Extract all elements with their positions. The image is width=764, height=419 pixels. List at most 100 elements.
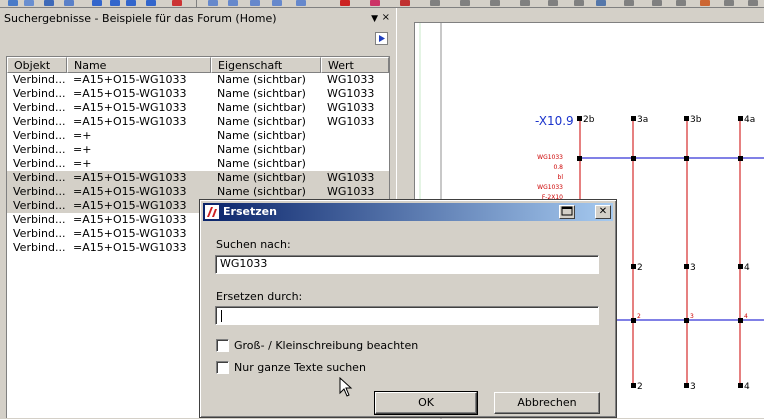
toolbar-button[interactable] — [430, 0, 440, 6]
cell-name: =A15+O15-WG1033 — [73, 171, 187, 184]
toolbar — [0, 0, 764, 8]
cancel-button[interactable]: Abbrechen — [494, 392, 600, 414]
replace-dialog: Ersetzen ✕ Suchen nach: WG1033 Ersetzen … — [199, 199, 617, 418]
wire-label: WG1033 — [537, 184, 563, 191]
replace-input[interactable] — [215, 306, 599, 325]
wire-label: WG1033 — [537, 154, 563, 161]
toolbar-button[interactable] — [126, 0, 136, 6]
toolbar-button[interactable] — [228, 0, 238, 6]
toolbar-button[interactable] — [340, 0, 350, 6]
cell-objekt: Verbind... — [13, 213, 66, 226]
panel-close-icon[interactable]: × — [382, 10, 390, 26]
toolbar-button[interactable] — [652, 0, 662, 6]
toolbar-button[interactable] — [748, 0, 758, 6]
wire-label: bl — [558, 174, 564, 181]
column-header-eigenschaft[interactable]: Eigenschaft — [211, 57, 321, 73]
cell-wert — [321, 129, 389, 143]
dialog-titlebar[interactable]: Ersetzen ✕ — [203, 203, 613, 221]
terminal-label: 2 — [637, 382, 643, 392]
cell-eigenschaft: Name (sichtbar) — [217, 185, 306, 198]
cell-wert — [321, 143, 389, 157]
cell-objekt: Verbind... — [13, 129, 66, 142]
cell-wert — [321, 157, 389, 171]
terminal-label: 2 — [637, 263, 643, 273]
toolbar-button[interactable] — [250, 0, 260, 6]
table-row[interactable]: Verbind... =A15+O15-WG1033 Name (sichtbar)… — [7, 115, 389, 129]
terminal-label: 2 — [637, 313, 641, 320]
cell-wert: WG1033 — [327, 87, 375, 100]
results-header: Objekt Name Eigenschaft Wert — [7, 57, 389, 73]
toolbar-button[interactable] — [296, 0, 306, 6]
toolbar-button[interactable] — [8, 0, 18, 6]
toolbar-button[interactable] — [64, 0, 74, 6]
toolbar-button[interactable] — [44, 0, 54, 6]
table-row[interactable]: Verbind... =A15+O15-WG1033 Name (sichtbar)… — [7, 101, 389, 115]
cell-name: =+ — [73, 129, 92, 142]
toolbar-button[interactable] — [700, 0, 710, 6]
table-row[interactable]: Verbind... =+ Name (sichtbar) — [7, 157, 389, 171]
cell-name: =A15+O15-WG1033 — [73, 73, 187, 86]
toolbar-button[interactable] — [724, 0, 734, 6]
toolbar-button[interactable] — [24, 0, 34, 6]
whole-text-label[interactable]: Nur ganze Texte suchen — [234, 361, 366, 374]
table-row[interactable]: Verbind... =A15+O15-WG1033 Name (sichtbar)… — [7, 171, 389, 185]
cell-objekt: Verbind... — [13, 227, 66, 240]
toolbar-button[interactable] — [172, 0, 182, 6]
toolbar-separator — [196, 0, 197, 7]
toolbar-button[interactable] — [596, 0, 606, 6]
terminal-label: 3a — [637, 115, 648, 125]
dialog-close-button[interactable]: ✕ — [595, 205, 611, 219]
cell-eigenschaft: Name (sichtbar) — [217, 87, 306, 100]
terminal-label: 3b — [690, 115, 702, 125]
cell-name: =A15+O15-WG1033 — [73, 185, 187, 198]
cell-eigenschaft: Name (sichtbar) — [217, 157, 306, 170]
dialog-menu-button[interactable] — [559, 205, 575, 219]
toolbar-button[interactable] — [574, 0, 584, 6]
toolbar-button[interactable] — [460, 0, 470, 6]
toolbar-button[interactable] — [110, 0, 120, 6]
table-row[interactable]: Verbind... =+ Name (sichtbar) — [7, 129, 389, 143]
toolbar-button[interactable] — [676, 0, 686, 6]
cell-name: =+ — [73, 143, 92, 156]
panel-title: Suchergebnisse - Beispiele für das Forum… — [4, 12, 277, 25]
window-icon — [561, 206, 573, 216]
cell-eigenschaft: Name (sichtbar) — [217, 115, 306, 128]
terminal-label: 4 — [744, 382, 750, 392]
toolbar-button[interactable] — [548, 0, 558, 6]
wire-label: 0.8 — [553, 164, 563, 171]
terminal-label: 4 — [744, 263, 750, 273]
column-header-objekt[interactable]: Objekt — [7, 57, 67, 73]
cell-objekt: Verbind... — [13, 185, 66, 198]
cell-objekt: Verbind... — [13, 199, 66, 212]
cell-wert: WG1033 — [327, 73, 375, 86]
cell-wert: WG1033 — [327, 115, 375, 128]
toolbar-button[interactable] — [272, 0, 282, 6]
table-row[interactable]: Verbind... =A15+O15-WG1033 Name (sichtbar)… — [7, 73, 389, 87]
toolbar-button[interactable] — [146, 0, 156, 6]
cell-name: =A15+O15-WG1033 — [73, 227, 187, 240]
toolbar-button[interactable] — [370, 0, 380, 6]
cell-eigenschaft: Name (sichtbar) — [217, 73, 306, 86]
app-icon — [205, 205, 219, 219]
toolbar-button[interactable] — [208, 0, 218, 6]
toolbar-button[interactable] — [520, 0, 530, 6]
whole-text-checkbox[interactable] — [216, 361, 229, 374]
cell-name: =A15+O15-WG1033 — [73, 241, 187, 254]
cell-objekt: Verbind... — [13, 157, 66, 170]
case-sensitive-checkbox[interactable] — [216, 339, 229, 352]
search-input[interactable]: WG1033 — [215, 255, 599, 274]
panel-play-button[interactable] — [375, 32, 388, 45]
table-row[interactable]: Verbind... =A15+O15-WG1033 Name (sichtbar)… — [7, 87, 389, 101]
cell-name: =+ — [73, 157, 92, 170]
toolbar-button[interactable] — [400, 0, 410, 6]
toolbar-button[interactable] — [490, 0, 500, 6]
column-header-wert[interactable]: Wert — [321, 57, 389, 73]
toolbar-button[interactable] — [624, 0, 634, 6]
table-row[interactable]: Verbind... =+ Name (sichtbar) — [7, 143, 389, 157]
column-header-name[interactable]: Name — [67, 57, 211, 73]
table-row[interactable]: Verbind... =A15+O15-WG1033 Name (sichtbar)… — [7, 185, 389, 199]
ok-button[interactable]: OK — [374, 391, 478, 415]
toolbar-button[interactable] — [92, 0, 102, 6]
panel-menu-icon[interactable]: ▼ — [371, 11, 378, 27]
case-sensitive-label[interactable]: Groß- / Kleinschreibung beachten — [234, 339, 418, 352]
